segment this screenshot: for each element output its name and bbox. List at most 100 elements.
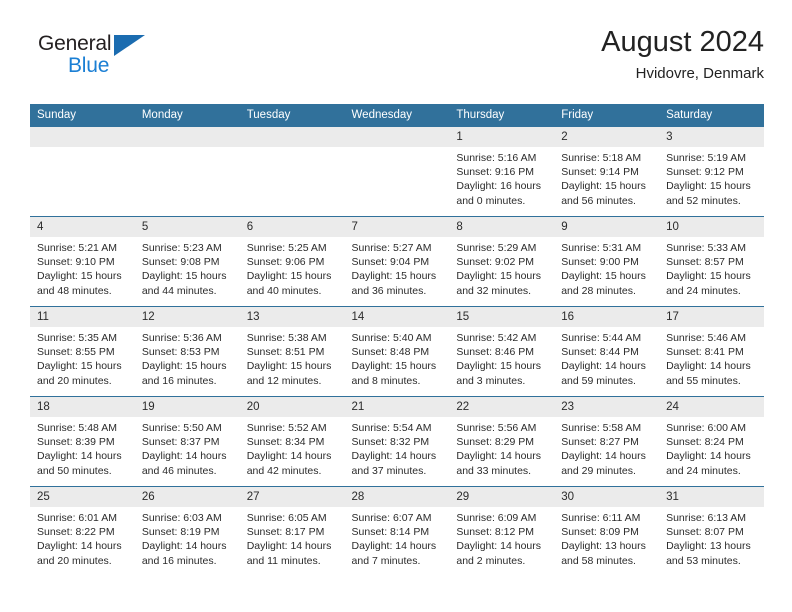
daylight-text-line1: Daylight: 13 hours [561,540,646,553]
calendar-day-cell[interactable]: 27 Sunrise: 6:05 AM Sunset: 8:17 PM Dayligh… [239,486,345,576]
calendar-day-cell[interactable]: 18 Sunrise: 5:48 AM Sunset: 8:39 PM Dayligh… [30,396,135,487]
day-number: 9 [554,217,660,237]
calendar-day-cell[interactable]: 8 Sunrise: 5:29 AM Sunset: 9:02 PM Daylight… [449,216,555,307]
day-number: 25 [30,487,135,507]
calendar-day-cell[interactable]: 19 Sunrise: 5:50 AM Sunset: 8:37 PM Dayligh… [134,396,240,487]
calendar-day-cell[interactable]: 28 Sunrise: 6:07 AM Sunset: 8:14 PM Dayligh… [344,486,450,576]
daylight-text-line1: Daylight: 13 hours [666,540,751,553]
day-number [344,127,450,147]
day-sun-info: Sunrise: 6:07 AM Sunset: 8:14 PM Daylight:… [345,507,450,568]
daylight-text-line1: Daylight: 15 hours [37,360,122,373]
calendar-day-cell[interactable]: 30 Sunrise: 6:11 AM Sunset: 8:09 PM Dayligh… [554,486,660,576]
sunrise-text: Sunrise: 5:50 AM [141,422,222,434]
calendar-day-cell[interactable]: 24 Sunrise: 6:00 AM Sunset: 8:24 PM Dayligh… [659,396,764,487]
general-blue-logo[interactable]: General Blue [38,32,168,88]
day-number: 6 [239,217,345,237]
sunset-text: Sunset: 8:41 PM [666,346,744,359]
weekday-header-monday: Monday [134,104,240,127]
calendar-day-cell[interactable]: 15 Sunrise: 5:42 AM Sunset: 8:46 PM Dayligh… [449,306,555,397]
calendar-day-cell[interactable]: 25 Sunrise: 6:01 AM Sunset: 8:22 PM Dayligh… [30,486,135,576]
sunrise-text: Sunrise: 5:18 AM [561,152,642,164]
daylight-text-line1: Daylight: 16 hours [456,180,542,193]
calendar-day-cell[interactable]: 12 Sunrise: 5:36 AM Sunset: 8:53 PM Dayligh… [134,306,240,397]
sunset-text: Sunset: 8:57 PM [666,256,744,269]
day-sun-info: Sunrise: 5:16 AM Sunset: 9:16 PM Daylight:… [449,147,554,208]
daylight-text-line2: and 7 minutes. [351,554,421,567]
day-number [239,127,345,147]
sunset-text: Sunset: 8:44 PM [561,346,639,359]
daylight-text-line2: and 33 minutes. [456,464,532,477]
day-number: 3 [659,127,764,147]
calendar-day-cell[interactable]: 14 Sunrise: 5:40 AM Sunset: 8:48 PM Dayligh… [344,306,450,397]
day-number: 16 [554,307,660,327]
calendar-day-cell[interactable]: 16 Sunrise: 5:44 AM Sunset: 8:44 PM Dayligh… [554,306,660,397]
day-number: 14 [344,307,450,327]
weekday-header-sunday: Sunday [30,104,135,127]
day-number: 18 [30,397,135,417]
day-number: 31 [659,487,764,507]
calendar-day-cell[interactable]: 7 Sunrise: 5:27 AM Sunset: 9:04 PM Daylight… [344,216,450,307]
calendar-day-cell[interactable]: 21 Sunrise: 5:54 AM Sunset: 8:32 PM Dayligh… [344,396,450,487]
calendar-day-cell[interactable]: 29 Sunrise: 6:09 AM Sunset: 8:12 PM Dayligh… [449,486,555,576]
day-sun-info [345,147,450,151]
sunset-text: Sunset: 8:19 PM [141,526,220,539]
sunrise-text: Sunrise: 5:35 AM [37,332,117,344]
daylight-text-line1: Daylight: 14 hours [456,450,542,463]
sunrise-text: Sunrise: 5:33 AM [666,242,747,254]
sunset-text: Sunset: 8:37 PM [141,436,220,449]
daylight-text-line1: Daylight: 14 hours [456,540,542,553]
day-number: 28 [344,487,450,507]
calendar-day-cell[interactable]: 20 Sunrise: 5:52 AM Sunset: 8:34 PM Dayligh… [239,396,345,487]
calendar-day-cell[interactable]: 22 Sunrise: 5:56 AM Sunset: 8:29 PM Dayligh… [449,396,555,487]
calendar-day-cell[interactable]: 23 Sunrise: 5:58 AM Sunset: 8:27 PM Dayligh… [554,396,660,487]
daylight-text-line1: Daylight: 14 hours [37,450,122,463]
day-sun-info: Sunrise: 5:54 AM Sunset: 8:32 PM Daylight:… [345,417,450,478]
sunrise-text: Sunrise: 6:11 AM [561,512,641,524]
calendar-day-cell[interactable]: 3 Sunrise: 5:19 AM Sunset: 9:12 PM Daylight… [659,126,764,217]
day-sun-info: Sunrise: 6:00 AM Sunset: 8:24 PM Daylight:… [659,417,764,478]
calendar-day-cell[interactable]: 1 Sunrise: 5:16 AM Sunset: 9:16 PM Daylight… [449,126,555,217]
day-sun-info: Sunrise: 5:31 AM Sunset: 9:00 PM Daylight:… [554,237,659,298]
daylight-text-line2: and 59 minutes. [561,374,636,387]
sunset-text: Sunset: 9:00 PM [561,256,639,269]
daylight-text-line2: and 46 minutes. [141,464,217,477]
day-number: 24 [659,397,764,417]
daylight-text-line2: and 12 minutes. [246,374,322,387]
calendar-day-cell[interactable]: 13 Sunrise: 5:38 AM Sunset: 8:51 PM Dayligh… [239,306,345,397]
calendar-day-cell[interactable]: 11 Sunrise: 5:35 AM Sunset: 8:55 PM Dayligh… [30,306,135,397]
day-number: 27 [239,487,345,507]
calendar-day-cell[interactable]: 2 Sunrise: 5:18 AM Sunset: 9:14 PM Daylight… [554,126,660,217]
sunrise-text: Sunrise: 5:42 AM [456,332,537,344]
page-header: General Blue August 2024 Hvidovre, Denma… [30,24,764,96]
daylight-text-line1: Daylight: 15 hours [141,360,227,373]
sunset-text: Sunset: 8:53 PM [141,346,220,359]
daylight-text-line1: Daylight: 14 hours [666,360,751,373]
calendar-day-cell[interactable]: 5 Sunrise: 5:23 AM Sunset: 9:08 PM Daylight… [134,216,240,307]
day-sun-info [135,147,240,151]
daylight-text-line1: Daylight: 14 hours [37,540,122,553]
weekday-header-thursday: Thursday [449,104,555,127]
day-sun-info: Sunrise: 6:11 AM Sunset: 8:09 PM Daylight:… [554,507,659,568]
sunset-text: Sunset: 9:06 PM [246,256,325,269]
calendar-day-cell[interactable]: 6 Sunrise: 5:25 AM Sunset: 9:06 PM Daylight… [239,216,345,307]
calendar-day-cell[interactable]: 17 Sunrise: 5:46 AM Sunset: 8:41 PM Dayligh… [659,306,764,397]
calendar-day-cell[interactable]: 4 Sunrise: 5:21 AM Sunset: 9:10 PM Daylight… [30,216,135,307]
sunrise-text: Sunrise: 6:09 AM [456,512,537,524]
day-number [134,127,240,147]
sunset-text: Sunset: 9:10 PM [37,256,115,269]
calendar-day-cell[interactable]: 31 Sunrise: 6:13 AM Sunset: 8:07 PM Dayligh… [659,486,764,576]
daylight-text-line1: Daylight: 14 hours [141,540,227,553]
sunset-text: Sunset: 9:12 PM [666,166,744,179]
day-number: 5 [134,217,240,237]
day-number [30,127,135,147]
daylight-text-line2: and 0 minutes. [456,194,526,207]
daylight-text-line2: and 24 minutes. [666,284,741,297]
sunrise-text: Sunrise: 5:44 AM [561,332,642,344]
calendar-week-row: 1 Sunrise: 5:16 AM Sunset: 9:16 PM Daylight… [30,126,764,217]
day-sun-info: Sunrise: 6:09 AM Sunset: 8:12 PM Daylight:… [449,507,554,568]
calendar-day-cell[interactable]: 10 Sunrise: 5:33 AM Sunset: 8:57 PM Dayligh… [659,216,764,307]
calendar-day-cell[interactable]: 26 Sunrise: 6:03 AM Sunset: 8:19 PM Dayligh… [134,486,240,576]
calendar-day-cell[interactable]: 9 Sunrise: 5:31 AM Sunset: 9:00 PM Daylight… [554,216,660,307]
logo-text-general: General [38,32,112,55]
daylight-text-line1: Daylight: 14 hours [561,360,646,373]
